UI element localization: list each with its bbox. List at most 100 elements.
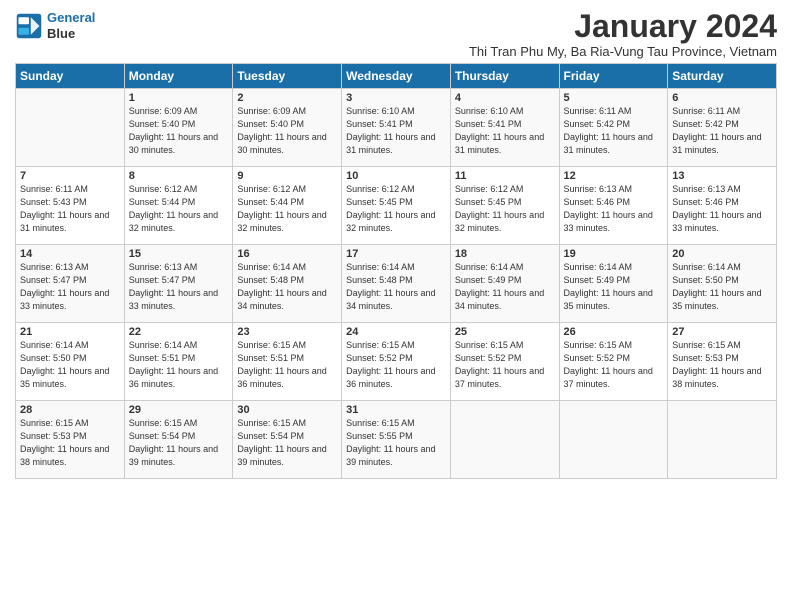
day-number: 14: [20, 248, 120, 260]
day-info: Sunrise: 6:15 AM Sunset: 5:52 PM Dayligh…: [455, 339, 555, 391]
calendar-cell: 5Sunrise: 6:11 AM Sunset: 5:42 PM Daylig…: [559, 89, 668, 167]
calendar-cell: [668, 401, 777, 479]
day-info: Sunrise: 6:12 AM Sunset: 5:45 PM Dayligh…: [455, 183, 555, 235]
calendar-cell: 27Sunrise: 6:15 AM Sunset: 5:53 PM Dayli…: [668, 323, 777, 401]
calendar-week-row: 21Sunrise: 6:14 AM Sunset: 5:50 PM Dayli…: [16, 323, 777, 401]
calendar-cell: 21Sunrise: 6:14 AM Sunset: 5:50 PM Dayli…: [16, 323, 125, 401]
calendar-cell: [450, 401, 559, 479]
calendar-cell: 29Sunrise: 6:15 AM Sunset: 5:54 PM Dayli…: [124, 401, 233, 479]
day-info: Sunrise: 6:12 AM Sunset: 5:45 PM Dayligh…: [346, 183, 446, 235]
day-info: Sunrise: 6:15 AM Sunset: 5:52 PM Dayligh…: [346, 339, 446, 391]
header: General Blue January 2024 Thi Tran Phu M…: [15, 10, 777, 59]
day-number: 22: [129, 326, 229, 338]
calendar-cell: 3Sunrise: 6:10 AM Sunset: 5:41 PM Daylig…: [342, 89, 451, 167]
day-number: 27: [672, 326, 772, 338]
calendar-week-row: 7Sunrise: 6:11 AM Sunset: 5:43 PM Daylig…: [16, 167, 777, 245]
calendar-week-row: 1Sunrise: 6:09 AM Sunset: 5:40 PM Daylig…: [16, 89, 777, 167]
day-number: 4: [455, 92, 555, 104]
logo-icon: [15, 12, 43, 40]
day-info: Sunrise: 6:09 AM Sunset: 5:40 PM Dayligh…: [129, 105, 229, 157]
day-number: 12: [564, 170, 664, 182]
calendar-week-row: 28Sunrise: 6:15 AM Sunset: 5:53 PM Dayli…: [16, 401, 777, 479]
day-number: 31: [346, 404, 446, 416]
calendar-cell: [16, 89, 125, 167]
day-number: 15: [129, 248, 229, 260]
weekday-header: Wednesday: [342, 64, 451, 89]
day-number: 21: [20, 326, 120, 338]
weekday-header: Sunday: [16, 64, 125, 89]
day-number: 9: [237, 170, 337, 182]
calendar-cell: 28Sunrise: 6:15 AM Sunset: 5:53 PM Dayli…: [16, 401, 125, 479]
day-number: 7: [20, 170, 120, 182]
day-info: Sunrise: 6:15 AM Sunset: 5:52 PM Dayligh…: [564, 339, 664, 391]
day-number: 23: [237, 326, 337, 338]
calendar-cell: 9Sunrise: 6:12 AM Sunset: 5:44 PM Daylig…: [233, 167, 342, 245]
calendar-cell: 23Sunrise: 6:15 AM Sunset: 5:51 PM Dayli…: [233, 323, 342, 401]
day-info: Sunrise: 6:09 AM Sunset: 5:40 PM Dayligh…: [237, 105, 337, 157]
day-info: Sunrise: 6:13 AM Sunset: 5:47 PM Dayligh…: [20, 261, 120, 313]
day-info: Sunrise: 6:15 AM Sunset: 5:53 PM Dayligh…: [20, 417, 120, 469]
calendar-cell: 26Sunrise: 6:15 AM Sunset: 5:52 PM Dayli…: [559, 323, 668, 401]
calendar-cell: 30Sunrise: 6:15 AM Sunset: 5:54 PM Dayli…: [233, 401, 342, 479]
calendar-week-row: 14Sunrise: 6:13 AM Sunset: 5:47 PM Dayli…: [16, 245, 777, 323]
day-number: 18: [455, 248, 555, 260]
day-number: 5: [564, 92, 664, 104]
day-info: Sunrise: 6:12 AM Sunset: 5:44 PM Dayligh…: [237, 183, 337, 235]
weekday-header: Thursday: [450, 64, 559, 89]
calendar-cell: 6Sunrise: 6:11 AM Sunset: 5:42 PM Daylig…: [668, 89, 777, 167]
page-container: General Blue January 2024 Thi Tran Phu M…: [0, 0, 792, 487]
day-number: 8: [129, 170, 229, 182]
day-info: Sunrise: 6:13 AM Sunset: 5:47 PM Dayligh…: [129, 261, 229, 313]
weekday-header: Friday: [559, 64, 668, 89]
day-info: Sunrise: 6:10 AM Sunset: 5:41 PM Dayligh…: [346, 105, 446, 157]
calendar-table: SundayMondayTuesdayWednesdayThursdayFrid…: [15, 63, 777, 479]
day-number: 30: [237, 404, 337, 416]
calendar-cell: 10Sunrise: 6:12 AM Sunset: 5:45 PM Dayli…: [342, 167, 451, 245]
day-info: Sunrise: 6:15 AM Sunset: 5:55 PM Dayligh…: [346, 417, 446, 469]
day-number: 24: [346, 326, 446, 338]
weekday-header: Monday: [124, 64, 233, 89]
day-info: Sunrise: 6:14 AM Sunset: 5:48 PM Dayligh…: [346, 261, 446, 313]
day-info: Sunrise: 6:15 AM Sunset: 5:54 PM Dayligh…: [237, 417, 337, 469]
day-number: 13: [672, 170, 772, 182]
calendar-cell: 16Sunrise: 6:14 AM Sunset: 5:48 PM Dayli…: [233, 245, 342, 323]
day-info: Sunrise: 6:14 AM Sunset: 5:49 PM Dayligh…: [455, 261, 555, 313]
day-info: Sunrise: 6:13 AM Sunset: 5:46 PM Dayligh…: [672, 183, 772, 235]
day-info: Sunrise: 6:14 AM Sunset: 5:48 PM Dayligh…: [237, 261, 337, 313]
calendar-cell: [559, 401, 668, 479]
weekday-header: Tuesday: [233, 64, 342, 89]
calendar-cell: 11Sunrise: 6:12 AM Sunset: 5:45 PM Dayli…: [450, 167, 559, 245]
day-number: 3: [346, 92, 446, 104]
weekday-header-row: SundayMondayTuesdayWednesdayThursdayFrid…: [16, 64, 777, 89]
calendar-cell: 7Sunrise: 6:11 AM Sunset: 5:43 PM Daylig…: [16, 167, 125, 245]
calendar-cell: 31Sunrise: 6:15 AM Sunset: 5:55 PM Dayli…: [342, 401, 451, 479]
calendar-title: January 2024: [469, 10, 777, 42]
day-info: Sunrise: 6:10 AM Sunset: 5:41 PM Dayligh…: [455, 105, 555, 157]
calendar-cell: 13Sunrise: 6:13 AM Sunset: 5:46 PM Dayli…: [668, 167, 777, 245]
calendar-cell: 20Sunrise: 6:14 AM Sunset: 5:50 PM Dayli…: [668, 245, 777, 323]
day-number: 11: [455, 170, 555, 182]
day-info: Sunrise: 6:11 AM Sunset: 5:42 PM Dayligh…: [564, 105, 664, 157]
calendar-cell: 25Sunrise: 6:15 AM Sunset: 5:52 PM Dayli…: [450, 323, 559, 401]
calendar-cell: 2Sunrise: 6:09 AM Sunset: 5:40 PM Daylig…: [233, 89, 342, 167]
day-info: Sunrise: 6:11 AM Sunset: 5:43 PM Dayligh…: [20, 183, 120, 235]
calendar-subtitle: Thi Tran Phu My, Ba Ria-Vung Tau Provinc…: [469, 44, 777, 59]
calendar-cell: 12Sunrise: 6:13 AM Sunset: 5:46 PM Dayli…: [559, 167, 668, 245]
logo: General Blue: [15, 10, 95, 41]
day-info: Sunrise: 6:14 AM Sunset: 5:50 PM Dayligh…: [20, 339, 120, 391]
calendar-cell: 1Sunrise: 6:09 AM Sunset: 5:40 PM Daylig…: [124, 89, 233, 167]
day-number: 10: [346, 170, 446, 182]
calendar-cell: 22Sunrise: 6:14 AM Sunset: 5:51 PM Dayli…: [124, 323, 233, 401]
calendar-cell: 24Sunrise: 6:15 AM Sunset: 5:52 PM Dayli…: [342, 323, 451, 401]
day-number: 16: [237, 248, 337, 260]
day-number: 25: [455, 326, 555, 338]
logo-text: General Blue: [47, 10, 95, 41]
day-info: Sunrise: 6:15 AM Sunset: 5:53 PM Dayligh…: [672, 339, 772, 391]
day-info: Sunrise: 6:14 AM Sunset: 5:51 PM Dayligh…: [129, 339, 229, 391]
day-info: Sunrise: 6:15 AM Sunset: 5:51 PM Dayligh…: [237, 339, 337, 391]
calendar-cell: 8Sunrise: 6:12 AM Sunset: 5:44 PM Daylig…: [124, 167, 233, 245]
calendar-cell: 15Sunrise: 6:13 AM Sunset: 5:47 PM Dayli…: [124, 245, 233, 323]
day-info: Sunrise: 6:13 AM Sunset: 5:46 PM Dayligh…: [564, 183, 664, 235]
day-number: 6: [672, 92, 772, 104]
day-number: 1: [129, 92, 229, 104]
